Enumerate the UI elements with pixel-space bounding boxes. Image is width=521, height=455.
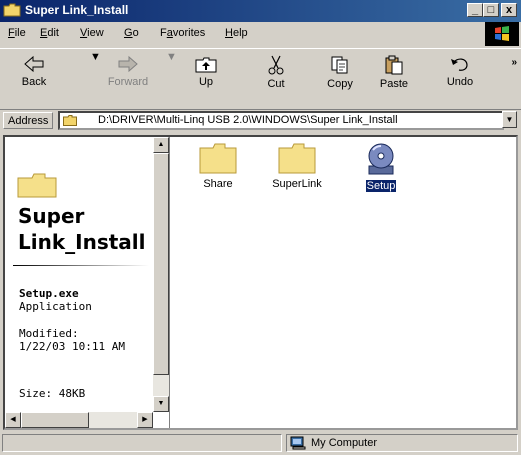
menu-edit-rest: dit (47, 27, 59, 39)
back-button[interactable]: Back (8, 51, 60, 105)
undo-button[interactable]: Undo (434, 51, 486, 105)
menu-file-rest: ile (14, 27, 26, 39)
folder-title: Super Link_Install (18, 203, 150, 255)
back-dropdown-icon[interactable]: ▼ (90, 51, 101, 63)
file-label-selected: Setup (364, 179, 398, 193)
menu-go-key: G (124, 27, 133, 39)
scroll-right-button[interactable]: ▶ (137, 412, 153, 428)
folder-icon (17, 173, 57, 198)
undo-icon (451, 58, 468, 71)
modified-value: 1/22/03 10:11 AM (19, 340, 125, 353)
scroll-thumb[interactable] (153, 153, 169, 375)
menu-favorites-pre: F (160, 27, 167, 39)
minimize-button[interactable]: _ (467, 3, 483, 17)
forward-button[interactable]: Forward (102, 51, 154, 105)
up-label: Up (198, 76, 214, 88)
address-label-text: Address (8, 115, 49, 127)
folder-icon (3, 3, 21, 17)
scissors-icon (268, 55, 284, 75)
file-label: Share (203, 178, 233, 190)
status-bar: My Computer (0, 432, 521, 454)
explorer-window: Super Link_Install _ □ x File Edit View … (0, 0, 521, 455)
folder-icon (278, 143, 316, 174)
menu-help[interactable]: Help (225, 27, 248, 39)
setup-cd-icon (368, 143, 394, 175)
file-item-share[interactable]: Share (188, 142, 248, 190)
menu-view[interactable]: View (80, 27, 104, 39)
toolbar-more-chevron[interactable]: » (511, 57, 517, 68)
horizontal-scrollbar[interactable]: ◀ ▶ (5, 412, 153, 428)
scroll-up-button[interactable]: ▲ (153, 137, 169, 153)
maximize-button[interactable]: □ (483, 3, 499, 17)
close-button[interactable]: x (501, 3, 517, 17)
file-item-superlink[interactable]: SuperLink (267, 142, 327, 190)
back-label: Back (21, 76, 47, 88)
forward-dropdown-icon[interactable]: ▼ (166, 51, 177, 63)
status-location: My Computer (311, 437, 378, 449)
hscroll-thumb[interactable] (21, 412, 89, 428)
copy-button[interactable]: Copy (314, 51, 366, 105)
status-panel-zone: My Computer (286, 434, 518, 452)
menu-help-rest: elp (232, 27, 248, 39)
address-label[interactable]: Address (3, 112, 54, 129)
web-view-pane: Super Link_Install Setup.exe Application… (5, 137, 170, 428)
divider (13, 265, 149, 266)
up-folder-icon (195, 57, 217, 73)
menu-go-rest: o (132, 27, 139, 39)
menu-file-key: F (8, 27, 15, 39)
paste-label: Paste (379, 78, 409, 90)
folder-icon (63, 115, 77, 126)
address-input[interactable]: D:\DRIVER\Multi-Linq USB 2.0\WINDOWS\Sup… (58, 111, 504, 130)
copy-label: Copy (327, 78, 353, 90)
forward-arrow-icon (118, 55, 138, 73)
address-path: D:\DRIVER\Multi-Linq USB 2.0\WINDOWS\Sup… (98, 114, 398, 126)
menu-help-key: H (225, 27, 233, 39)
menu-edit[interactable]: Edit (40, 27, 59, 39)
scroll-down-button[interactable]: ▼ (153, 396, 169, 412)
forward-label: Forward (107, 76, 149, 88)
toolbar: Back ▼ Forward ▼ Up Cut Copy Paste Undo … (0, 48, 521, 110)
up-button[interactable]: Up (180, 51, 232, 105)
copy-icon (331, 56, 348, 74)
my-computer-icon (290, 436, 306, 450)
folder-title-line2: Link_Install (18, 230, 146, 254)
file-name: Setup.exe (19, 287, 79, 300)
paste-icon (385, 55, 403, 75)
menu-favorites-rest: vorites (172, 27, 206, 39)
scroll-left-button[interactable]: ◀ (5, 412, 21, 428)
window-title: Super Link_Install (25, 3, 129, 17)
undo-label: Undo (446, 76, 474, 88)
menu-favorites[interactable]: Favorites (160, 27, 205, 39)
title-bar[interactable]: Super Link_Install _ □ x (0, 0, 521, 22)
cut-label: Cut (267, 78, 285, 90)
folder-title-line1: Super (18, 204, 85, 228)
cut-button[interactable]: Cut (250, 51, 302, 105)
file-label: SuperLink (272, 178, 322, 190)
address-bar: Address D:\DRIVER\Multi-Linq USB 2.0\WIN… (0, 110, 521, 132)
windows-logo-icon (485, 22, 519, 46)
back-arrow-icon (24, 55, 44, 73)
modified-label: Modified: (19, 327, 79, 340)
menu-file[interactable]: File (8, 27, 26, 39)
content-area: Super Link_Install Setup.exe Application… (3, 135, 518, 430)
file-type: Application (19, 300, 92, 313)
paste-button[interactable]: Paste (368, 51, 420, 105)
menu-view-rest: iew (87, 27, 104, 39)
menu-go[interactable]: Go (124, 27, 139, 39)
address-dropdown-button[interactable]: ▼ (502, 111, 517, 128)
vertical-scrollbar[interactable]: ▲ ▼ (153, 137, 169, 412)
menu-bar: File Edit View Go Favorites Help (0, 24, 521, 44)
status-panel-left (2, 434, 282, 452)
windows-flag-icon (495, 26, 509, 41)
file-size: Size: 48KB (19, 387, 86, 400)
folder-icon (199, 143, 237, 174)
file-item-setup[interactable]: Setup (351, 142, 411, 193)
